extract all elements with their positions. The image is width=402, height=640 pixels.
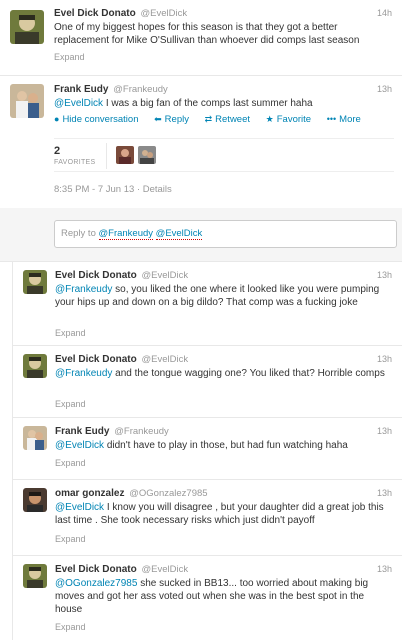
favorite-label: Favorite [276, 114, 312, 125]
favoriter-avatar[interactable] [138, 146, 156, 164]
mention-link[interactable]: @EvelDick [55, 440, 104, 451]
favorites-label[interactable]: FAVORITES [54, 159, 95, 166]
author-name[interactable]: Evel Dick Donato [55, 564, 137, 575]
tweet-header: Evel Dick Donato @EvelDick 13h [55, 354, 392, 366]
avatar[interactable] [10, 10, 44, 44]
tweet-text: @EvelDick I was a big fan of the comps l… [54, 97, 394, 110]
reply-prefix: Reply to [61, 228, 96, 239]
author-handle[interactable]: @Frankeudy [114, 426, 169, 437]
expand-link[interactable]: Expand [55, 622, 86, 632]
author-handle[interactable]: @OGonzalez7985 [129, 488, 207, 499]
reply-tweet[interactable]: Evel Dick Donato @EvelDick 13h @Frankeud… [12, 262, 402, 346]
reply-input[interactable]: Reply to @Frankeudy @EvelDick [54, 220, 397, 248]
retweet-label: Retweet [215, 114, 251, 125]
tweet-text: @OGonzalez7985 she sucked in BB13... too… [55, 577, 394, 616]
mention-link[interactable]: @Frankeudy [55, 284, 112, 295]
avatar[interactable] [10, 84, 44, 118]
author-name[interactable]: Frank Eudy [55, 426, 109, 437]
expand-link[interactable]: Expand [55, 458, 86, 468]
tweet-time[interactable]: 13h [377, 564, 392, 574]
tweet-text: @EvelDick didn't have to play in those, … [55, 439, 394, 452]
hide-label: Hide conversation [62, 114, 139, 125]
reply-icon: ⬅ [154, 114, 162, 124]
more-label: More [339, 114, 361, 125]
tweet-text-body: didn't have to play in those, but had fu… [104, 440, 348, 451]
favorite-button[interactable]: ★ Favorite [266, 114, 311, 125]
tweet-header: Frank Eudy @Frankeudy 13h [54, 84, 392, 96]
mention-link[interactable]: @EvelDick [54, 98, 103, 109]
expand-link[interactable]: Expand [55, 534, 86, 544]
tweet-meta: 8:35 PM - 7 Jun 13 · Details [54, 184, 172, 195]
retweet-icon: ⇄ [204, 114, 213, 124]
details-link[interactable]: Details [143, 184, 172, 195]
author-name[interactable]: Evel Dick Donato [54, 8, 136, 19]
tweet-text: @Frankeudy so, you liked the one where i… [55, 283, 394, 309]
mention-link[interactable]: @OGonzalez7985 [55, 578, 137, 589]
author-handle[interactable]: @EvelDick [141, 354, 188, 365]
author-name[interactable]: omar gonzalez [55, 488, 124, 499]
tweet-item-expanded[interactable]: Frank Eudy @Frankeudy 13h @EvelDick I wa… [0, 76, 402, 208]
reply-area: Reply to @Frankeudy @EvelDick [0, 208, 402, 262]
tweet-time[interactable]: 13h [377, 488, 392, 498]
tweet-header: Evel Dick Donato @EvelDick 13h [55, 564, 392, 576]
reply-mention: @EvelDick [155, 228, 203, 240]
mention-link[interactable]: @Frankeudy [55, 368, 112, 379]
reply-tweet[interactable]: Frank Eudy @Frankeudy 13h @EvelDick didn… [12, 418, 402, 480]
tweet-item[interactable]: Evel Dick Donato @EvelDick 14h One of my… [0, 0, 402, 76]
star-icon: ★ [265, 114, 274, 124]
author-handle[interactable]: @Frankeudy [113, 84, 168, 95]
expand-link[interactable]: Expand [55, 399, 86, 409]
expand-link[interactable]: Expand [54, 52, 85, 62]
tweet-time[interactable]: 13h [377, 84, 392, 94]
avatar[interactable] [23, 564, 47, 588]
favorites-box: 2 FAVORITES [54, 138, 394, 172]
author-handle[interactable]: @EvelDick [140, 8, 187, 19]
avatar[interactable] [23, 488, 47, 512]
avatar[interactable] [23, 426, 47, 450]
author-name[interactable]: Evel Dick Donato [55, 270, 137, 281]
author-handle[interactable]: @EvelDick [141, 270, 188, 281]
expand-link[interactable]: Expand [55, 328, 86, 338]
reply-button[interactable]: ⬅ Reply [154, 114, 189, 125]
tweet-text: @EvelDick I know you will disagree , but… [55, 501, 394, 527]
reply-tweet[interactable]: Evel Dick Donato @EvelDick 13h @OGonzale… [12, 556, 402, 640]
author-name[interactable]: Evel Dick Donato [55, 354, 137, 365]
tweet-time[interactable]: 13h [377, 270, 392, 280]
tweet-time[interactable]: 13h [377, 354, 392, 364]
tweet-text: @Frankeudy and the tongue wagging one? Y… [55, 367, 394, 380]
ellipsis-icon: ••• [326, 114, 337, 124]
tweet-actions: ● Hide conversation ⬅ Reply ⇄ Retweet ★ Favo… [54, 114, 374, 125]
author-name[interactable]: Frank Eudy [54, 84, 108, 95]
tweet-header: omar gonzalez @OGonzalez7985 13h [55, 488, 392, 500]
divider [106, 143, 107, 169]
tweet-header: Evel Dick Donato @EvelDick 13h [55, 270, 392, 282]
bubble-icon: ● [54, 114, 60, 124]
reply-label: Reply [164, 114, 189, 125]
favoriter-avatar[interactable] [116, 146, 134, 164]
avatar[interactable] [23, 354, 47, 378]
reply-tweet[interactable]: omar gonzalez @OGonzalez7985 13h @EvelDi… [12, 480, 402, 556]
tweet-time[interactable]: 14h [377, 8, 392, 18]
tweet-text: One of my biggest hopes for this season … [54, 22, 360, 46]
tweet-text-body: I was a big fan of the comps last summer… [103, 98, 313, 109]
more-button[interactable]: ••• More [327, 114, 361, 125]
author-handle[interactable]: @EvelDick [141, 564, 188, 575]
favorites-count[interactable]: 2 [54, 145, 60, 157]
reply-mention: @Frankeudy [98, 228, 154, 240]
avatar[interactable] [23, 270, 47, 294]
tweet-time[interactable]: 13h [377, 426, 392, 436]
hide-conversation-button[interactable]: ● Hide conversation [54, 114, 138, 125]
reply-tweet[interactable]: Evel Dick Donato @EvelDick 13h @Frankeud… [12, 346, 402, 418]
tweet-header: Evel Dick Donato @EvelDick 14h [54, 8, 392, 20]
tweet-timestamp[interactable]: 8:35 PM - 7 Jun 13 [54, 184, 134, 195]
mention-link[interactable]: @EvelDick [55, 502, 104, 513]
tweet-text-body: and the tongue wagging one? You liked th… [112, 368, 385, 379]
tweet-header: Frank Eudy @Frankeudy 13h [55, 426, 392, 438]
retweet-button[interactable]: ⇄ Retweet [205, 114, 250, 125]
tweet-text-body: I know you will disagree , but your daug… [55, 502, 384, 526]
